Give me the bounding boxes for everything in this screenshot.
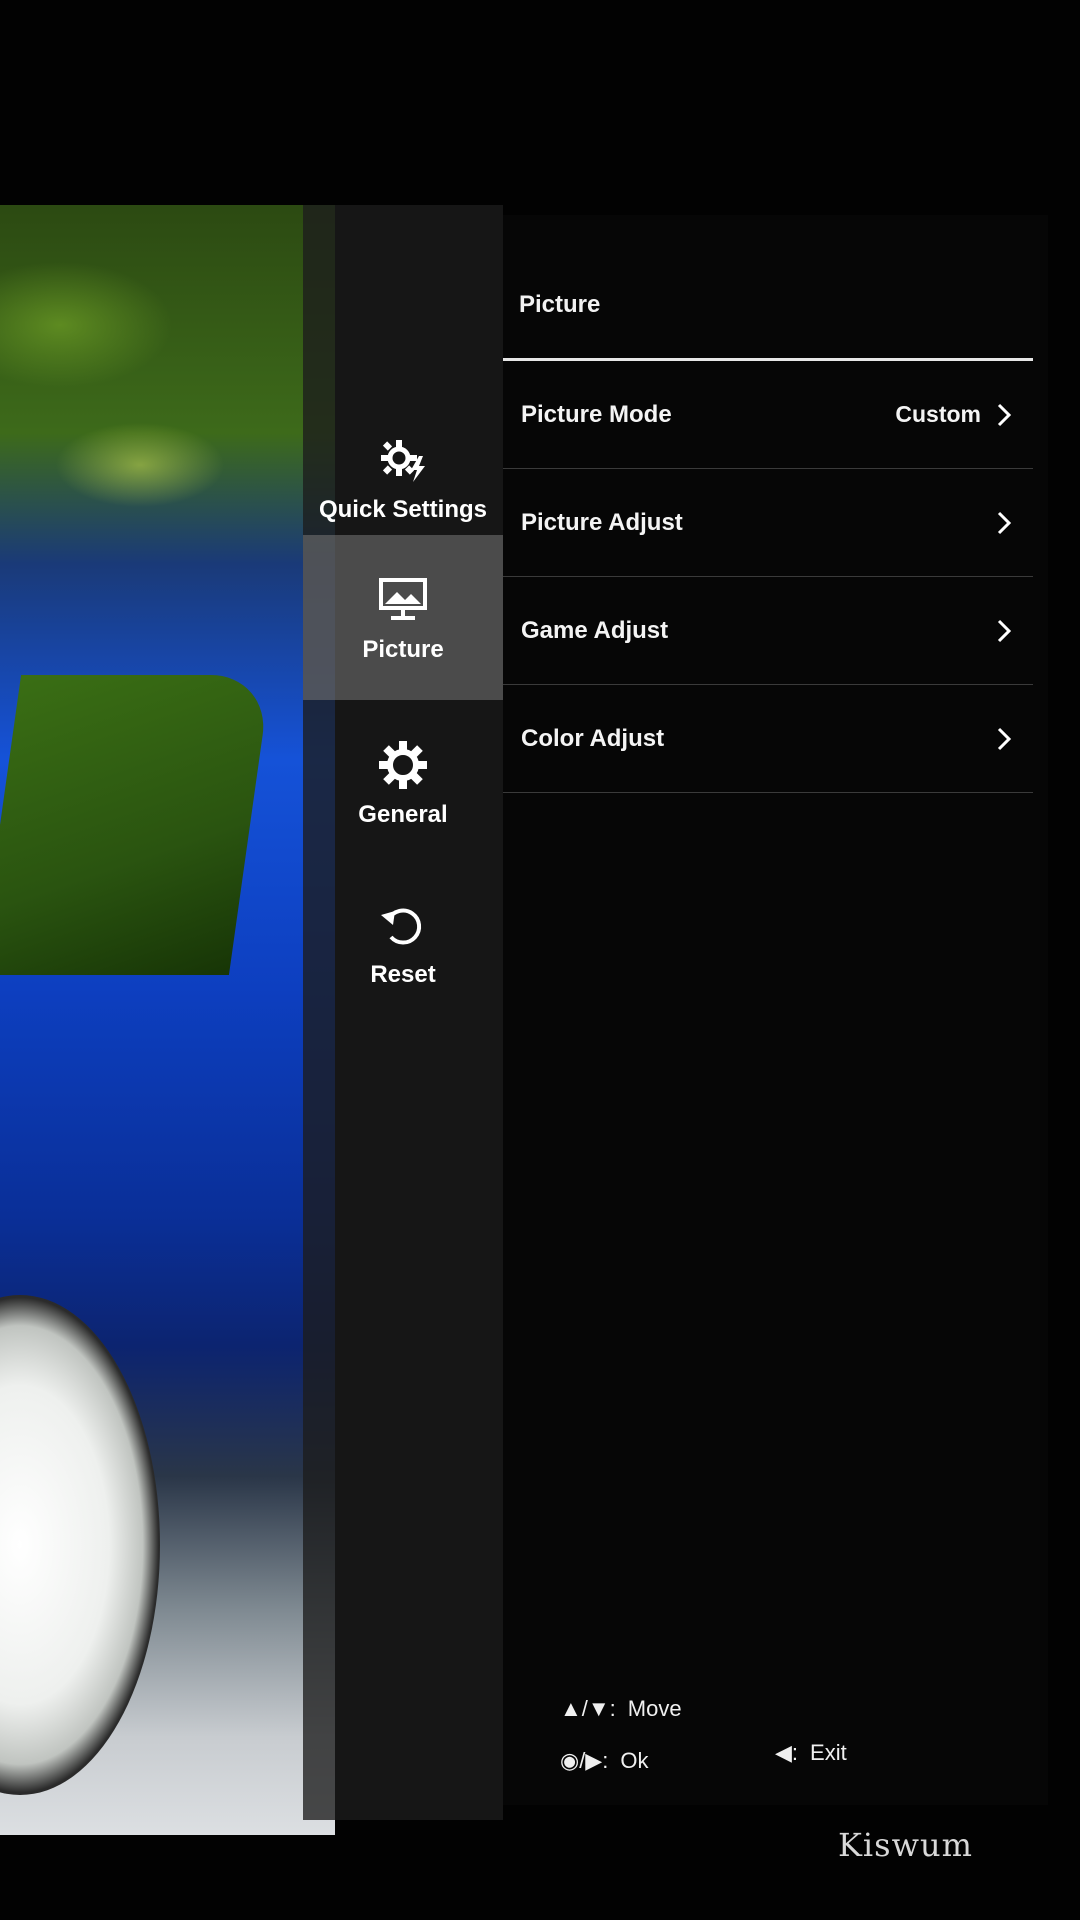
nav-item-reset[interactable]: Reset xyxy=(303,860,503,1025)
hint-ok: ◉/▶: Ok xyxy=(560,1748,648,1774)
nav-item-picture[interactable]: Picture xyxy=(303,535,503,700)
background-photo xyxy=(0,205,335,1835)
hint-ok-label: Ok xyxy=(620,1748,649,1773)
nav-item-label: Reset xyxy=(370,960,436,988)
monitor-osd-screen: Quick Settings Picture General Reset Pic… xyxy=(0,0,1080,1920)
up-down-keys-icon: ▲/▼: xyxy=(560,1696,616,1721)
osd-category-nav: Quick Settings Picture General Reset xyxy=(303,205,503,1820)
row-label: Color Adjust xyxy=(521,724,665,752)
chevron-right-icon xyxy=(997,727,1012,750)
row-label: Picture Adjust xyxy=(521,508,683,536)
hint-exit: ◀: Exit xyxy=(775,1740,847,1766)
left-key-icon: ◀: xyxy=(775,1740,799,1765)
quick-settings-icon xyxy=(381,439,425,482)
chevron-right-icon xyxy=(997,619,1012,642)
reset-icon xyxy=(381,908,422,945)
menu-row-game-adjust[interactable]: Game Adjust xyxy=(503,577,1033,685)
picture-icon xyxy=(379,577,427,620)
row-value: Custom xyxy=(895,401,981,427)
row-label: Game Adjust xyxy=(521,616,669,644)
nav-item-label: General xyxy=(358,800,448,828)
menu-row-picture-adjust[interactable]: Picture Adjust xyxy=(503,469,1033,577)
chevron-right-icon xyxy=(997,511,1012,534)
nav-item-label: Picture xyxy=(362,635,444,663)
picture-settings-panel: Picture Picture Mode Custom Picture Adju… xyxy=(503,215,1048,1805)
chevron-right-icon xyxy=(997,403,1012,426)
menu-row-color-adjust[interactable]: Color Adjust xyxy=(503,685,1033,793)
nav-item-general[interactable]: General xyxy=(303,700,503,865)
panel-title: Picture xyxy=(519,291,601,318)
car-wheel-shape xyxy=(0,1295,160,1795)
ok-right-keys-icon: ◉/▶: xyxy=(560,1748,609,1773)
watermark: Kiswum xyxy=(838,1826,973,1864)
hint-exit-label: Exit xyxy=(810,1740,847,1765)
menu-row-picture-mode[interactable]: Picture Mode Custom xyxy=(503,361,1033,469)
hint-move-label: Move xyxy=(627,1696,682,1721)
hint-move: ▲/▼: Move xyxy=(560,1696,682,1722)
nav-item-label: Quick Settings xyxy=(318,495,488,523)
gear-icon xyxy=(379,740,427,789)
car-window-shape xyxy=(0,675,272,975)
row-label: Picture Mode xyxy=(521,400,672,428)
